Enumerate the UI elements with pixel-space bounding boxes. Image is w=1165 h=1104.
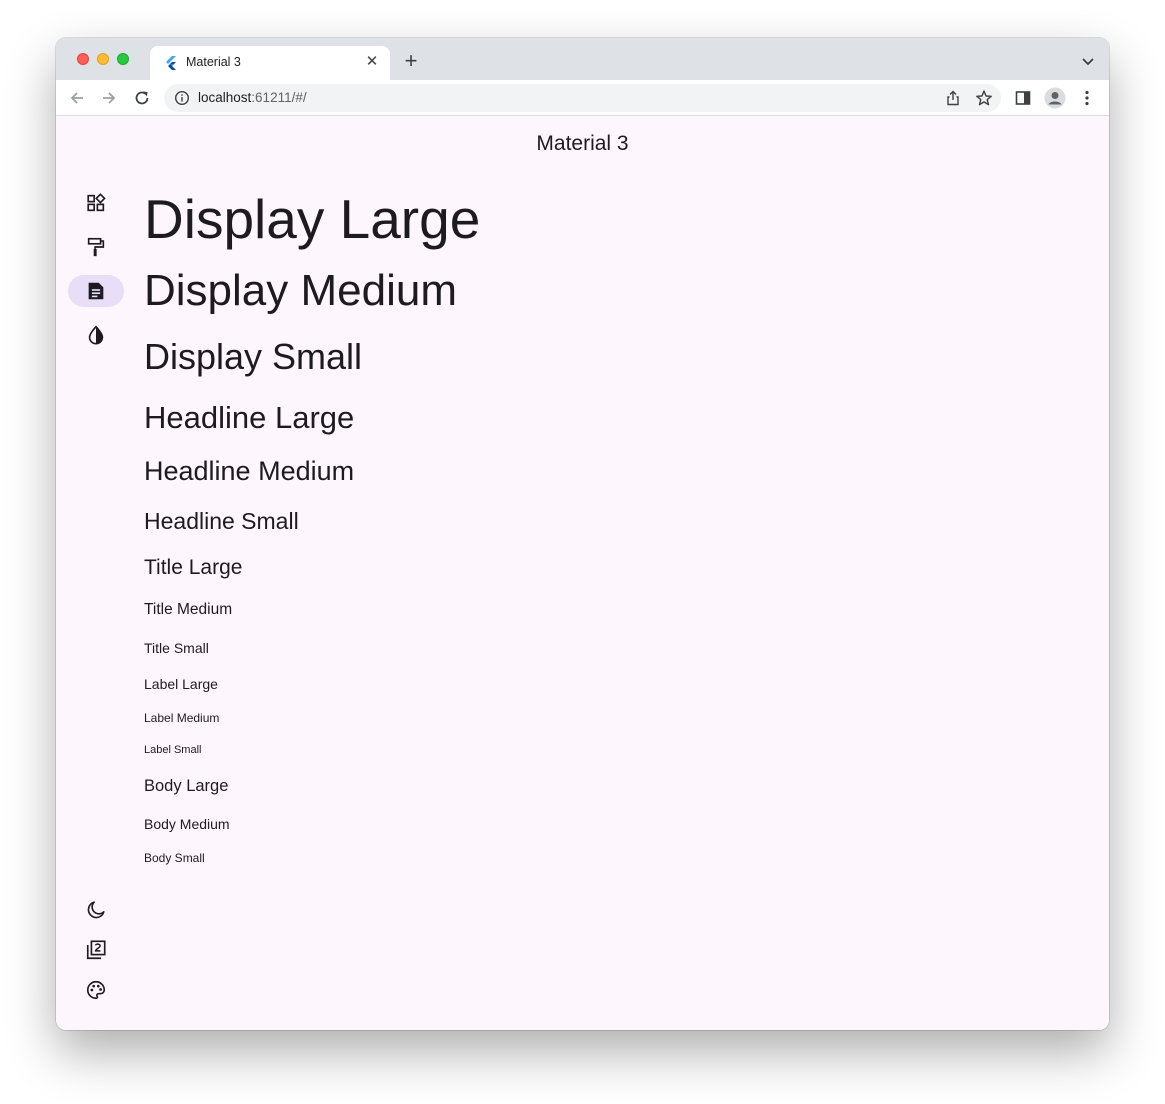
label-medium-text: Label Medium [144,711,220,725]
forward-arrow-icon[interactable] [100,89,118,107]
url-path: :61211/#/ [251,90,307,105]
rail-item-elevation[interactable] [68,319,124,351]
browser-tab[interactable]: Material 3 ✕ [150,46,390,80]
palette-icon [87,980,106,1000]
body-small-text: Body Small [144,851,205,865]
format-paint-icon [87,237,105,257]
side-panel-icon[interactable] [1014,89,1032,107]
chevron-down-icon[interactable] [1081,54,1095,68]
more-vert-icon[interactable] [1078,89,1096,107]
rail-item-typography[interactable] [68,275,124,307]
title-large-text: Title Large [144,556,243,579]
widgets-icon [87,193,106,212]
title-small-text: Title Small [144,640,209,656]
browser-titlebar: Material 3 ✕ + [56,38,1109,80]
flutter-icon [166,56,176,70]
profile-avatar-icon[interactable] [1044,87,1066,109]
filter-2-icon [86,940,106,960]
label-small-text: Label Small [144,744,202,756]
app-content: Material 3 Display Large Display Medium … [56,117,1109,1030]
text-snippet-icon [88,282,104,300]
dark-mode-button[interactable] [68,894,124,926]
label-large-text: Label Large [144,676,218,692]
title-medium-text: Title Medium [144,601,233,618]
minimize-window-button[interactable] [97,53,109,65]
bookmark-star-icon[interactable] [975,89,993,107]
back-arrow-icon[interactable] [68,89,86,107]
share-icon[interactable] [945,90,961,106]
close-tab-icon[interactable]: ✕ [364,54,380,70]
url-text[interactable]: localhost:61211/#/ [198,90,307,105]
display-small-text: Display Small [144,336,363,377]
address-bar[interactable]: localhost:61211/#/ [164,84,1001,112]
body-medium-text: Body Medium [144,816,230,832]
display-medium-text: Display Medium [144,266,457,315]
url-host: localhost [198,90,252,105]
close-window-button[interactable] [77,53,89,65]
maximize-window-button[interactable] [117,53,129,65]
color-seed-button[interactable] [68,974,124,1006]
headline-medium-text: Headline Medium [144,456,355,486]
material-version-button[interactable] [68,934,124,966]
browser-window: Material 3 ✕ + localhost:61211/#/ Materi… [56,38,1109,1030]
rail-item-components[interactable] [68,187,124,219]
info-icon[interactable] [174,90,190,106]
reload-icon[interactable] [133,89,151,107]
browser-toolbar: localhost:61211/#/ [56,80,1109,116]
app-bar-title: Material 3 [536,132,629,155]
headline-small-text: Headline Small [144,508,299,534]
body-large-text: Body Large [144,777,229,795]
new-tab-button[interactable]: + [400,50,422,73]
headline-large-text: Headline Large [144,400,355,435]
rail-item-color[interactable] [68,231,124,263]
tab-title: Material 3 [186,55,241,69]
display-large-text: Display Large [144,188,481,250]
dark-mode-icon [87,901,105,919]
invert-colors-icon [88,325,104,345]
